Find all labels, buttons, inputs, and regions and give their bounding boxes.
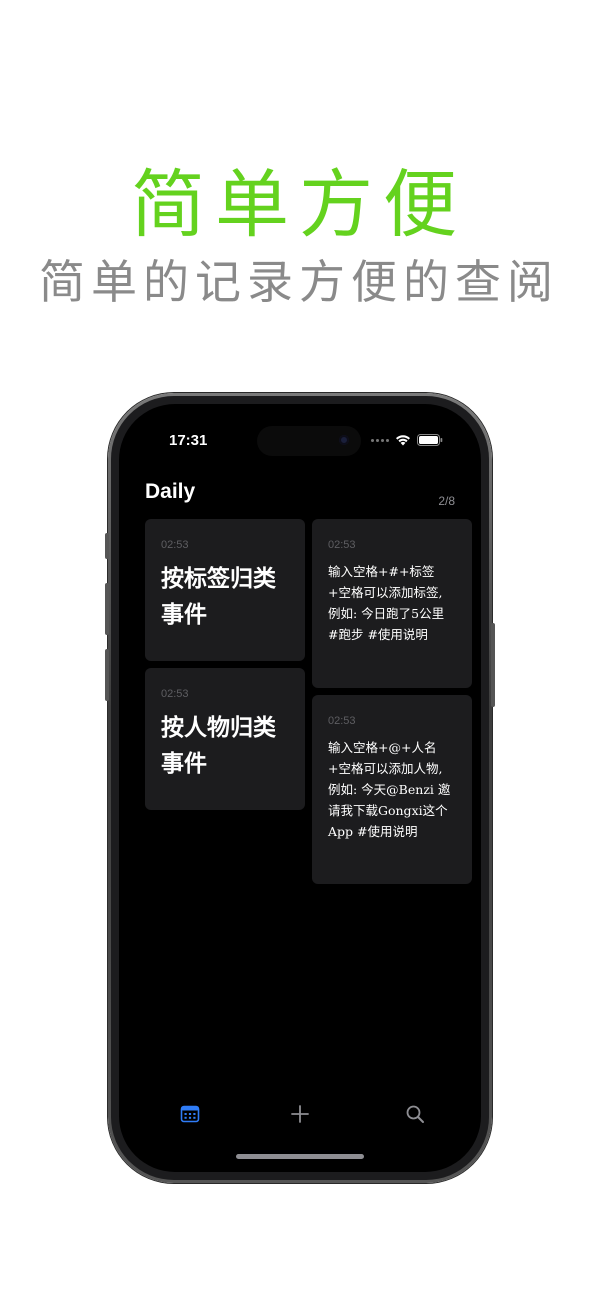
home-indicator[interactable]: [236, 1154, 364, 1159]
card-body: 输入空格+#+标签+空格可以添加标签, 例如: 今日跑了5公里 #跑步 #使用说…: [328, 564, 445, 642]
cellular-signal-icon: [371, 438, 389, 442]
power-button: [491, 623, 495, 707]
plus-icon[interactable]: [288, 1102, 312, 1126]
calendar-icon[interactable]: [178, 1102, 202, 1126]
wifi-icon: [395, 434, 411, 446]
volume-down-button: [105, 649, 109, 701]
event-card[interactable]: 02:53 按人物归类事件: [145, 668, 305, 810]
card-time: 02:53: [161, 539, 189, 551]
action-button: [105, 533, 109, 559]
promo-headline: 简单方便: [131, 162, 467, 248]
battery-icon: [417, 434, 443, 446]
volume-up-button: [105, 583, 109, 635]
status-time: 17:31: [169, 432, 208, 449]
event-card[interactable]: 02:53 按标签归类事件: [145, 519, 305, 661]
card-time: 02:53: [328, 715, 356, 727]
tab-bar: [119, 1102, 481, 1132]
page-counter: 2/8: [438, 494, 455, 508]
status-indicators: [371, 434, 443, 446]
phone-frame: 17:31 Daily 2/8 02:53 按标签归类事件 02:53 按人物归…: [105, 393, 495, 1183]
card-title: 按标签归类事件: [161, 566, 276, 628]
page-title: Daily: [145, 480, 196, 503]
card-body: 输入空格+@+人名+空格可以添加人物, 例如: 今天@Benzi 邀请我下载Go…: [328, 740, 451, 839]
card-title: 按人物归类事件: [161, 715, 276, 777]
card-time: 02:53: [328, 539, 356, 551]
camera-icon: [339, 435, 349, 445]
promo-subhead: 简单的记录方便的查阅: [39, 255, 559, 309]
search-icon[interactable]: [403, 1102, 427, 1126]
event-card[interactable]: 02:53 输入空格+#+标签+空格可以添加标签, 例如: 今日跑了5公里 #跑…: [312, 519, 472, 688]
event-card[interactable]: 02:53 输入空格+@+人名+空格可以添加人物, 例如: 今天@Benzi 邀…: [312, 695, 472, 884]
card-time: 02:53: [161, 688, 189, 700]
phone-screen: 17:31 Daily 2/8 02:53 按标签归类事件 02:53 按人物归…: [119, 404, 481, 1172]
